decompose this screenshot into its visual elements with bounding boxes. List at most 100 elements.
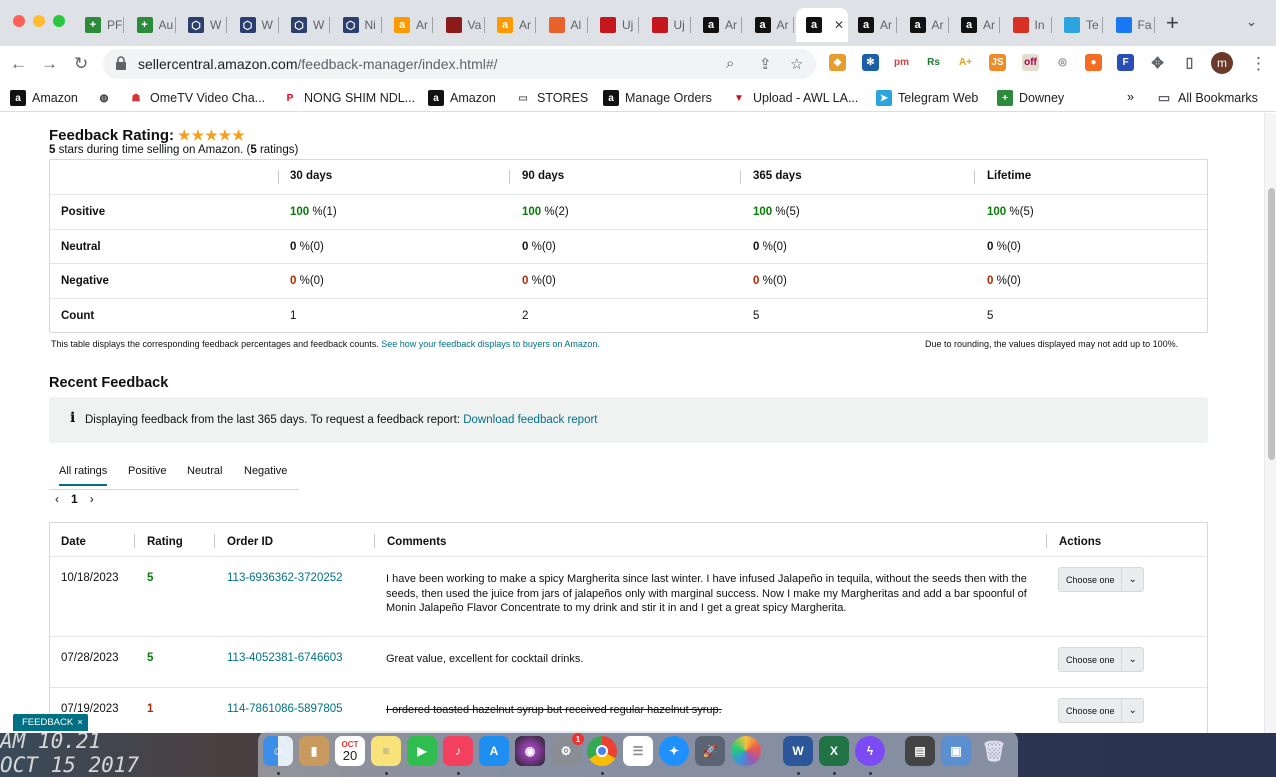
browser-tab[interactable]: a ✕	[796, 8, 848, 42]
current-page[interactable]: 1	[71, 492, 78, 506]
feedback-display-link[interactable]: See how your feedback displays to buyers…	[381, 339, 600, 349]
browser-tab[interactable]: a Ar	[487, 8, 536, 42]
tab-all-ratings[interactable]: All ratings	[59, 465, 108, 486]
reload-button[interactable]: ↻	[74, 54, 88, 74]
browser-tab[interactable]: a Ar	[384, 8, 433, 42]
download-feedback-report-link[interactable]: Download feedback report	[463, 414, 597, 426]
music-icon[interactable]: ♪	[443, 736, 473, 766]
minimize-window-button[interactable]	[33, 15, 45, 27]
maximize-window-button[interactable]	[53, 15, 65, 27]
zoom-icon[interactable]: ⌕	[726, 55, 734, 72]
browser-tab[interactable]: Uj	[642, 8, 691, 42]
action-dropdown[interactable]: Choose one ⌄	[1058, 567, 1144, 592]
notes-icon[interactable]: ≡	[371, 736, 401, 766]
close-tab-icon[interactable]: ✕	[834, 18, 844, 32]
bookmark-item[interactable]: ▼ Upload - AWL LA...	[731, 90, 858, 106]
close-icon[interactable]: ×	[77, 717, 83, 728]
browser-tab[interactable]: ⬡ Ni	[333, 8, 382, 42]
contacts-icon[interactable]: ▮	[299, 736, 329, 766]
finder-window-icon[interactable]: ▣	[941, 736, 971, 766]
word-icon[interactable]: W	[783, 736, 813, 766]
bookmark-item[interactable]: + Downey	[997, 90, 1064, 106]
browser-tab[interactable]: a Ar	[951, 8, 1000, 42]
page-scrollbar[interactable]	[1264, 113, 1276, 733]
browser-tab[interactable]: a Ar	[693, 8, 742, 42]
extension-ascout-icon[interactable]: A+	[957, 54, 974, 71]
share-icon[interactable]: ⇪	[759, 55, 772, 73]
bookmark-star-icon[interactable]: ☆	[790, 55, 803, 73]
app-store-icon[interactable]: A	[479, 736, 509, 766]
tab-negative[interactable]: Negative	[244, 465, 287, 477]
safari-icon[interactable]: ✦	[659, 736, 689, 766]
browser-tab[interactable]: ⬡ W	[178, 8, 227, 42]
forward-button[interactable]: →	[41, 54, 58, 74]
browser-tab[interactable]: + Au	[127, 8, 176, 42]
profile-avatar[interactable]: m	[1211, 52, 1233, 74]
browser-tab[interactable]: + PF	[75, 8, 124, 42]
bookmark-item[interactable]: a Amazon	[428, 90, 496, 106]
browser-tab[interactable]: ⬡ W	[230, 8, 279, 42]
extension-rs-icon[interactable]: Rs	[925, 54, 942, 71]
extension-pm-icon[interactable]: pm	[893, 54, 910, 71]
bookmark-item[interactable]: ☗ OmeTV Video Cha...	[128, 90, 265, 106]
extension-js-icon[interactable]: JS	[989, 54, 1006, 71]
extension-f-icon[interactable]: F	[1117, 54, 1134, 71]
info-text: Displaying feedback from the last 365 da…	[85, 414, 598, 426]
tab-positive[interactable]: Positive	[128, 465, 167, 477]
bookmark-item[interactable]: ◍	[96, 90, 112, 106]
extensions-puzzle-icon[interactable]: ✥	[1149, 54, 1166, 72]
browser-tab[interactable]: In	[1003, 8, 1052, 42]
order-id-link[interactable]: 114-7861086-5897805	[227, 703, 343, 715]
browser-tab[interactable]: Va	[436, 8, 485, 42]
feedback-pill[interactable]: FEEDBACK ×	[13, 714, 88, 731]
browser-tab[interactable]: Fa	[1106, 8, 1155, 42]
extension-swirl-icon[interactable]: ◎	[1054, 54, 1071, 71]
launchpad-icon[interactable]: 🚀	[695, 736, 725, 766]
bookmark-item[interactable]: ▭ STORES	[515, 90, 588, 106]
messenger-icon[interactable]: ϟ	[855, 736, 885, 766]
facetime-icon[interactable]: ▶	[407, 736, 437, 766]
browser-tab[interactable]: a Ar	[900, 8, 949, 42]
siri-icon[interactable]: ◉	[515, 736, 545, 766]
previous-page-chevron-icon[interactable]: ‹	[55, 492, 59, 506]
browser-tab[interactable]: a Ar	[745, 8, 794, 42]
extension-blue-gear-icon[interactable]: ✻	[862, 54, 879, 71]
bookmark-item[interactable]: a Amazon	[10, 90, 78, 106]
extension-orange-icon[interactable]: ●	[1085, 54, 1102, 71]
browser-tab[interactable]: a Ar	[848, 8, 897, 42]
new-tab-button[interactable]: +	[1166, 12, 1179, 34]
browser-tab[interactable]: Uj	[590, 8, 639, 42]
scanner-icon[interactable]: ▤	[905, 736, 935, 766]
order-id-link[interactable]: 113-6936362-3720252	[227, 572, 343, 584]
side-panel-icon[interactable]: ▯	[1181, 54, 1198, 71]
scrollbar-thumb[interactable]	[1268, 188, 1275, 460]
reminders-icon[interactable]: ☰	[623, 736, 653, 766]
address-bar[interactable]: sellercentral.amazon.com/feedback-manage…	[103, 49, 816, 79]
bookmark-item[interactable]: P NONG SHIM NDL...	[282, 90, 415, 106]
close-window-button[interactable]	[13, 15, 25, 27]
action-dropdown[interactable]: Choose one ⌄	[1058, 698, 1144, 723]
calendar-icon[interactable]: OCT 20	[335, 736, 365, 766]
browser-tab[interactable]: ⬡ W	[281, 8, 330, 42]
browser-tab[interactable]: Al	[539, 8, 588, 42]
bookmark-item[interactable]: a Manage Orders	[603, 90, 712, 106]
order-id-link[interactable]: 113-4052381-6746603	[227, 652, 343, 664]
chrome-icon[interactable]	[587, 736, 617, 766]
tab-neutral[interactable]: Neutral	[187, 465, 222, 477]
excel-icon[interactable]: X	[819, 736, 849, 766]
browser-menu-icon[interactable]: ⋮	[1250, 54, 1267, 74]
tab-search-chevron-icon[interactable]: ⌄	[1246, 14, 1257, 30]
browser-tab[interactable]: Te	[1054, 8, 1103, 42]
extension-honey-icon[interactable]: ◆	[829, 54, 846, 71]
finder-icon[interactable]: ☺	[263, 736, 293, 766]
action-dropdown[interactable]: Choose one ⌄	[1058, 647, 1144, 672]
back-button[interactable]: ←	[10, 54, 27, 74]
next-page-chevron-icon[interactable]: ›	[90, 492, 94, 506]
bookmarks-overflow-button[interactable]: »	[1127, 90, 1134, 104]
all-bookmarks-button[interactable]: ▭ All Bookmarks	[1156, 90, 1258, 106]
bookmark-item[interactable]: ➤ Telegram Web	[876, 90, 978, 106]
photos-icon[interactable]	[731, 736, 761, 766]
trash-icon[interactable]: 🗑	[979, 736, 1009, 766]
extension-off-icon[interactable]: off	[1022, 54, 1039, 71]
system-preferences-icon[interactable]: ⚙ 1	[551, 733, 584, 766]
